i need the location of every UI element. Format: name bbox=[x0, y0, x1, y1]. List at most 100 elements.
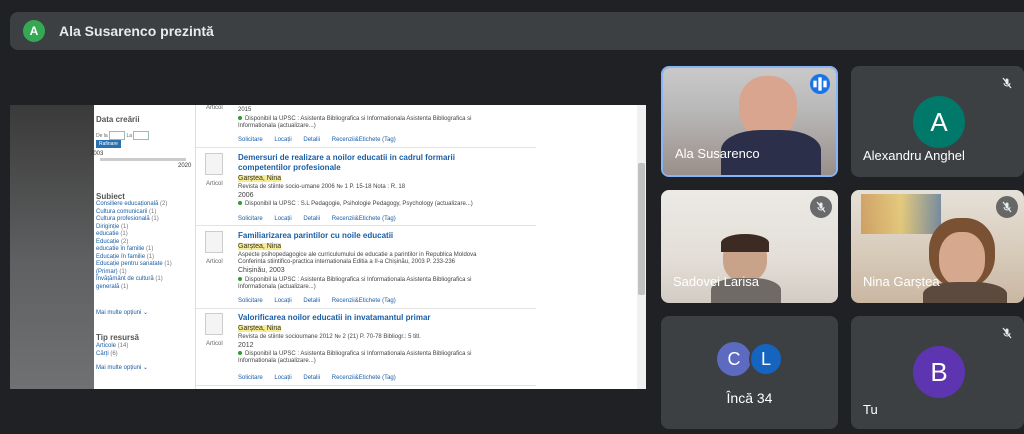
reviews-tags-link[interactable]: Recenzii&Etichete (Tag) bbox=[332, 298, 396, 304]
record-actions: Solicitare Locații Detalii Recenzii&Etic… bbox=[238, 298, 406, 304]
scrollbar-thumb[interactable] bbox=[638, 163, 645, 295]
mic-off-icon bbox=[810, 196, 832, 218]
article-icon[interactable] bbox=[205, 313, 223, 335]
record-actions: Solicitare Locații Detalii Recenzii&Etic… bbox=[238, 216, 406, 222]
reviews-tags-link[interactable]: Recenzii&Etichete (Tag) bbox=[332, 375, 396, 381]
participant-avatar-c: C bbox=[717, 342, 751, 376]
mic-off-icon[interactable] bbox=[996, 322, 1018, 344]
record-type-label: Articol bbox=[206, 105, 223, 111]
presentation-title: Ala Susarenco prezintă bbox=[59, 23, 214, 39]
locations-link[interactable]: Locații bbox=[274, 137, 291, 143]
more-options-subject-link[interactable]: Mai multe opțiuni ⌄ bbox=[96, 309, 148, 316]
subject-filter-item[interactable]: generală (1) bbox=[96, 284, 128, 290]
record-year: 2012 bbox=[238, 342, 254, 349]
participant-face bbox=[739, 76, 797, 138]
refine-button[interactable]: Rafinare bbox=[96, 140, 121, 148]
participant-avatar: A bbox=[913, 96, 965, 148]
subject-filter-item[interactable]: Consiliere educațională (2) bbox=[96, 201, 167, 207]
reviews-tags-link[interactable]: Recenzii&Etichete (Tag) bbox=[332, 137, 396, 143]
subject-filter-item[interactable]: educatie (1) bbox=[96, 231, 128, 237]
record-title-link[interactable]: Demersuri de realizare a noilor educatii… bbox=[238, 153, 468, 173]
record-availability: Disponibil la UPSC : Asistenta Bibliogra… bbox=[238, 277, 471, 283]
year-range-slider[interactable] bbox=[100, 158, 186, 161]
more-participants-label: Încă 34 bbox=[726, 390, 773, 406]
locations-link[interactable]: Locații bbox=[274, 298, 291, 304]
year-to-label: 2020 bbox=[178, 163, 192, 169]
more-options-resource-link[interactable]: Mai multe opțiuni ⌄ bbox=[96, 364, 148, 371]
date-to-label: La bbox=[126, 132, 133, 139]
record-author[interactable]: Garștea, Nina bbox=[238, 325, 282, 332]
more-participants-tile[interactable]: C L Încă 34 bbox=[661, 316, 838, 429]
record-author[interactable]: Garștea, Nina bbox=[238, 243, 282, 250]
details-link[interactable]: Detalii bbox=[303, 375, 320, 381]
date-filter-heading: Data creării bbox=[96, 115, 140, 124]
details-link[interactable]: Detalii bbox=[303, 216, 320, 222]
record-description: Aspecte psihopedagogice ale curriculumul… bbox=[238, 252, 477, 258]
record-availability: Disponibil la UPSC : S.L Pedagogie, Psih… bbox=[238, 201, 473, 207]
details-link[interactable]: Detalii bbox=[303, 298, 320, 304]
participant-tile-nina[interactable]: Nina Garștea bbox=[851, 190, 1024, 303]
record-title-link[interactable]: Familiarizarea parintilor cu noile educa… bbox=[238, 231, 558, 241]
record-description-2: Conferinta stiintifico-practica internat… bbox=[238, 259, 456, 265]
filter-sidebar: Data creării De la La Rafinare 2003 2020… bbox=[90, 105, 194, 389]
participant-name: Ala Susarenco bbox=[675, 146, 760, 161]
record-availability-2: Informationala (actualizare...) bbox=[238, 284, 316, 290]
record-description: Revista de stiinte socioumane 2012 № 2 (… bbox=[238, 334, 421, 340]
record-year: Chișinău, 2003 bbox=[238, 267, 285, 274]
request-link[interactable]: Solicitare bbox=[238, 216, 263, 222]
article-icon[interactable] bbox=[205, 153, 223, 175]
subject-filter-item[interactable]: Cultura profesională (1) bbox=[96, 216, 159, 222]
reviews-tags-link[interactable]: Recenzii&Etichete (Tag) bbox=[332, 216, 396, 222]
record-actions: Solicitare Locații Detalii Recenzii&Etic… bbox=[238, 137, 406, 143]
resource-type-heading: Tip resursă bbox=[96, 333, 139, 342]
locations-link[interactable]: Locații bbox=[274, 375, 291, 381]
subject-filter-item[interactable]: Diriginție (1) bbox=[96, 224, 128, 230]
article-icon[interactable] bbox=[205, 231, 223, 253]
record-availability-2: Informationala (actualizare...) bbox=[238, 358, 316, 364]
record-year: 2006 bbox=[238, 192, 254, 199]
resource-type-filter-item[interactable]: Articole (14) bbox=[96, 343, 128, 349]
participant-face bbox=[939, 232, 985, 286]
record-author[interactable]: Garștea, Nina bbox=[238, 175, 282, 182]
participant-tile-alexandru[interactable]: A Alexandru Anghel bbox=[851, 66, 1024, 177]
subject-filter-item[interactable]: Educație pentru sanatate (1) bbox=[96, 261, 172, 267]
record-availability: Disponibil la UPSC : Asistenta Bibliogra… bbox=[238, 351, 471, 357]
mic-off-icon bbox=[996, 196, 1018, 218]
participant-name: Alexandru Anghel bbox=[863, 148, 965, 163]
wall-painting bbox=[861, 194, 941, 234]
date-from-input[interactable] bbox=[109, 131, 126, 140]
date-to-input[interactable] bbox=[133, 131, 150, 140]
record-availability: Disponibil la UPSC : Asistenta Bibliogra… bbox=[238, 116, 471, 122]
record-year: 2015 bbox=[238, 107, 252, 113]
shared-screen: Data creării De la La Rafinare 2003 2020… bbox=[10, 105, 646, 389]
search-results-list: Articol 2015 Disponibil la UPSC : Asiste… bbox=[195, 105, 638, 389]
subject-filter-item[interactable]: Învățământ de cultură (1) bbox=[96, 276, 163, 282]
locations-link[interactable]: Locații bbox=[274, 216, 291, 222]
mic-off-icon bbox=[996, 72, 1018, 94]
presenter-avatar: A bbox=[23, 20, 45, 42]
subject-filter-item[interactable]: Educație (2) bbox=[96, 239, 128, 245]
details-link[interactable]: Detalii bbox=[303, 137, 320, 143]
subject-filter-item[interactable]: Cultura comunicarii (1) bbox=[96, 209, 156, 215]
subject-filter-item[interactable]: educatie în familie (1) bbox=[96, 246, 153, 252]
request-link[interactable]: Solicitare bbox=[238, 137, 263, 143]
subject-filter-item[interactable]: (Primar) (1) bbox=[96, 269, 127, 275]
resource-type-filter-item[interactable]: Cărți (6) bbox=[96, 351, 118, 357]
record-type-label: Articol bbox=[206, 181, 223, 187]
participant-name: Sadovei Larisa bbox=[673, 274, 759, 289]
participant-tile-ala[interactable]: Ala Susarenco bbox=[661, 66, 838, 177]
shared-screen-left-margin bbox=[10, 105, 94, 389]
participant-name: Nina Garștea bbox=[863, 274, 940, 289]
record-description: Revista de stiinte socio-umane 2006 № 1 … bbox=[238, 184, 406, 190]
participant-tile-you[interactable]: B Tu bbox=[851, 316, 1024, 429]
speaking-indicator-icon bbox=[810, 74, 830, 94]
request-link[interactable]: Solicitare bbox=[238, 298, 263, 304]
participant-tile-sadovei[interactable]: Sadovei Larisa bbox=[661, 190, 838, 303]
participant-avatar-l: L bbox=[749, 342, 783, 376]
record-title-link[interactable]: Valorificarea noilor educatii in invatam… bbox=[238, 313, 558, 323]
request-link[interactable]: Solicitare bbox=[238, 375, 263, 381]
results-scrollbar[interactable] bbox=[637, 105, 646, 389]
participant-avatar: B bbox=[913, 346, 965, 398]
date-from-label: De la bbox=[96, 132, 108, 139]
subject-filter-item[interactable]: Educație în familie (1) bbox=[96, 254, 154, 260]
